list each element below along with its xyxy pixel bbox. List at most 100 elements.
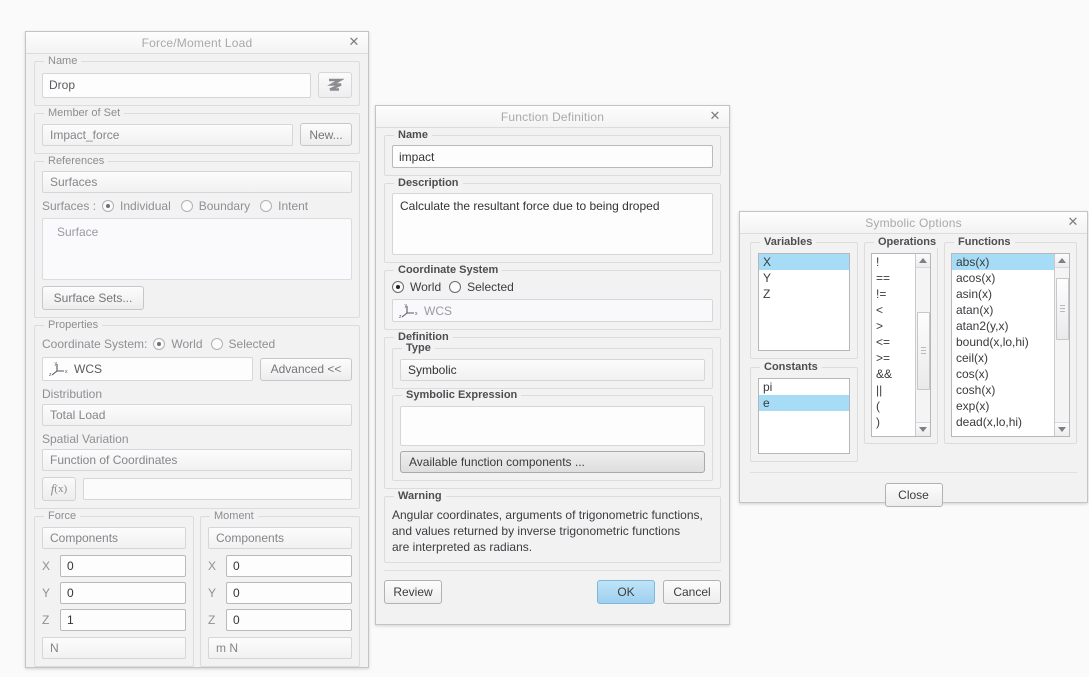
radio-individual-label: Individual — [120, 199, 171, 213]
operations-label: Operations — [874, 236, 941, 248]
wcs-field[interactable]: y x z WCS — [42, 357, 253, 381]
scroll-up-icon[interactable] — [1054, 254, 1069, 268]
radio-selected-label: Selected — [228, 337, 276, 351]
moment-x-input[interactable]: 0 — [226, 555, 352, 577]
screen: Force/Moment Load ✕ Name Drop Member of — [0, 0, 1089, 677]
list-item[interactable]: != — [872, 286, 915, 302]
fd-ok-button[interactable]: OK — [597, 580, 655, 604]
advanced-button[interactable]: Advanced << — [260, 357, 352, 381]
variables-list[interactable]: X Y Z — [758, 253, 850, 351]
moment-z-input[interactable]: 0 — [226, 609, 352, 631]
radio-world[interactable] — [153, 338, 166, 350]
list-item[interactable]: < — [872, 302, 915, 318]
list-item[interactable]: atan2(y,x) — [952, 318, 1054, 334]
list-item[interactable]: asin(x) — [952, 286, 1054, 302]
close-icon[interactable]: ✕ — [707, 108, 723, 124]
surface-list[interactable]: Surface — [42, 218, 352, 280]
list-item[interactable]: == — [872, 270, 915, 286]
references-combo[interactable]: Surfaces — [42, 171, 352, 193]
force-moment-titlebar[interactable]: Force/Moment Load ✕ — [26, 32, 368, 54]
fd-symbolic-expression-textarea[interactable] — [400, 406, 705, 446]
scrollbar-track[interactable] — [915, 268, 930, 422]
list-item[interactable]: cosh(x) — [952, 382, 1054, 398]
fd-radio-selected-label: Selected — [467, 280, 514, 294]
force-unit-combo[interactable]: N — [42, 637, 186, 659]
function-definition-titlebar[interactable]: Function Definition ✕ — [376, 106, 729, 128]
functions-scrollbar[interactable] — [1054, 254, 1069, 436]
symbolic-options-titlebar[interactable]: Symbolic Options ✕ — [740, 212, 1087, 234]
close-icon[interactable]: ✕ — [1065, 214, 1081, 230]
list-item[interactable]: dead(x,lo,hi) — [952, 414, 1054, 430]
list-item[interactable]: Surface — [57, 225, 345, 239]
list-item[interactable]: >= — [872, 350, 915, 366]
operations-list[interactable]: ! == != < > <= >= && || ( ) — [871, 253, 931, 437]
distribution-combo[interactable]: Total Load — [42, 404, 352, 426]
review-button[interactable]: Review — [384, 580, 442, 604]
scroll-down-icon[interactable] — [915, 422, 930, 436]
list-item[interactable]: && — [872, 366, 915, 382]
scrollbar-thumb[interactable] — [1055, 278, 1069, 340]
list-item[interactable]: ! — [872, 254, 915, 270]
list-item[interactable]: pi — [759, 379, 849, 395]
force-y-input[interactable]: 0 — [60, 582, 186, 604]
moment-y-input[interactable]: 0 — [226, 582, 352, 604]
list-item[interactable]: bound(x,lo,hi) — [952, 334, 1054, 350]
constants-label: Constants — [760, 361, 822, 373]
fx-button[interactable]: f (x) — [42, 477, 76, 501]
scroll-down-icon[interactable] — [1054, 422, 1069, 436]
fd-wcs-field[interactable]: y x z WCS — [392, 299, 713, 322]
radio-intent-label: Intent — [278, 199, 309, 213]
zigzag-icon[interactable] — [318, 72, 352, 98]
list-item[interactable]: <= — [872, 334, 915, 350]
list-item[interactable]: atan(x) — [952, 302, 1054, 318]
close-icon[interactable]: ✕ — [346, 34, 362, 50]
list-item[interactable]: Z — [759, 286, 849, 302]
list-item[interactable]: Y — [759, 270, 849, 286]
force-z-input[interactable]: 1 — [60, 609, 186, 631]
fd-cancel-button[interactable]: Cancel — [663, 580, 721, 604]
warning-line-2: and values returned by inverse trigonome… — [392, 524, 681, 538]
radio-boundary[interactable] — [180, 200, 193, 212]
functions-label: Functions — [954, 236, 1015, 248]
available-function-components-button[interactable]: Available function components ... — [400, 451, 705, 473]
operations-scrollbar[interactable] — [915, 254, 930, 436]
scrollbar-thumb[interactable] — [916, 312, 930, 390]
fd-radio-selected[interactable] — [449, 281, 462, 293]
list-item[interactable]: cos(x) — [952, 366, 1054, 382]
surface-sets-button[interactable]: Surface Sets... — [42, 286, 144, 310]
spatial-variation-combo[interactable]: Function of Coordinates — [42, 449, 352, 471]
radio-individual[interactable] — [102, 200, 115, 212]
force-x-input[interactable]: 0 — [60, 555, 186, 577]
radio-selected[interactable] — [210, 338, 223, 350]
fd-description-textarea[interactable]: Calculate the resultant force due to bei… — [392, 193, 713, 255]
scrollbar-track[interactable] — [1054, 268, 1069, 422]
fd-definition-group: Definition Type Symbolic Symbolic Expres… — [384, 331, 721, 489]
list-item[interactable]: > — [872, 318, 915, 334]
radio-intent[interactable] — [260, 200, 273, 212]
fd-name-input[interactable]: impact — [392, 145, 713, 168]
list-item[interactable]: ( — [872, 398, 915, 414]
list-item[interactable]: || — [872, 382, 915, 398]
force-type-combo[interactable]: Components — [42, 527, 186, 549]
list-item[interactable]: ceil(x) — [952, 350, 1054, 366]
constants-list[interactable]: pi e — [758, 378, 850, 454]
moment-type-combo[interactable]: Components — [208, 527, 352, 549]
scroll-up-icon[interactable] — [915, 254, 930, 268]
member-of-set-combo[interactable]: Impact_force — [42, 123, 293, 146]
fd-radio-world[interactable] — [392, 281, 404, 293]
svg-text:z: z — [49, 372, 52, 377]
fd-type-combo[interactable]: Symbolic — [400, 359, 705, 381]
list-item[interactable]: acos(x) — [952, 270, 1054, 286]
moment-unit-combo[interactable]: m N — [208, 637, 352, 659]
function-combo[interactable] — [83, 478, 352, 500]
new-set-button[interactable]: New... — [300, 123, 352, 146]
functions-list[interactable]: abs(x) acos(x) asin(x) atan(x) atan2(y,x… — [951, 253, 1070, 437]
list-item[interactable]: abs(x) — [952, 254, 1054, 270]
force-group-label: Force — [44, 510, 81, 522]
list-item[interactable]: ) — [872, 414, 915, 430]
list-item[interactable]: e — [759, 395, 849, 411]
close-button[interactable]: Close — [884, 483, 943, 507]
name-input[interactable]: Drop — [42, 72, 311, 98]
list-item[interactable]: exp(x) — [952, 398, 1054, 414]
list-item[interactable]: X — [759, 254, 849, 270]
